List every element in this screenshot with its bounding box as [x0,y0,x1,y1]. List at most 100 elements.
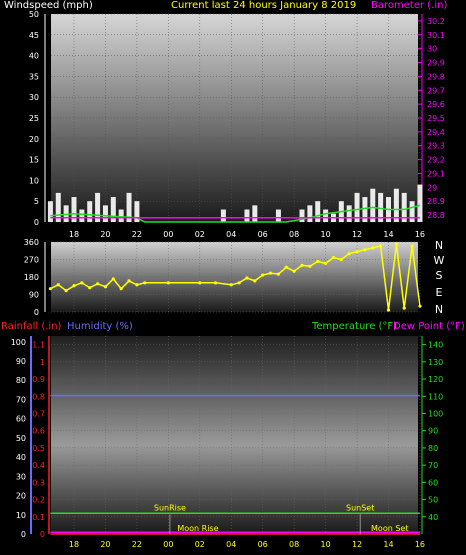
direction-y-tick-label: 180 [24,273,39,282]
wind-y-tick-label: 45 [29,31,39,40]
barometer-y-tick-label: 30 [427,45,437,54]
wind-direction-point [48,287,53,291]
temperature-y-tick-label: 70 [428,461,438,470]
windspeed-bar [393,188,399,222]
wind-direction-point [119,287,123,291]
wind-x-tick-label: 04 [226,230,236,239]
wind-direction-point [339,257,343,262]
wind-direction-point [72,284,76,288]
direction-y-tick-label: 360 [24,238,39,247]
humidity-y-tick-label: 0 [21,530,26,539]
moonset-label: Moon Set [371,524,408,533]
direction-y-tick-label: 270 [24,256,39,265]
wind-direction-point [80,281,84,285]
wind-direction-point [143,281,147,285]
windspeed-bar [118,209,124,222]
barometer-y-tick-label: 29.8 [427,72,445,81]
humidity-y-tick-label: 30 [16,472,26,481]
wind-y-tick-label: 50 [29,10,39,19]
wind-x-tick-label: 08 [289,230,299,239]
climate-x-tick-label: 12 [352,540,362,549]
wind-direction-point [410,244,414,248]
wind-direction-point [276,272,281,276]
humidity-y-tick-label: 70 [16,395,26,404]
wind-y-tick-label: 5 [34,197,39,206]
wind-direction-point [292,269,296,273]
temperature-y-tick-label: 140 [428,341,443,350]
wind-y-tick-label: 30 [29,93,39,102]
wind-x-tick-label: 16 [415,230,425,239]
rainfall-y-tick-label: 0.2 [32,496,45,505]
direction-y-tick-label: 0 [34,308,39,317]
temperature-y-tick-label: 50 [428,496,438,505]
barometer-y-tick-label: 28.9 [427,197,445,206]
humidity-y-tick-label: 50 [16,434,26,443]
wind-x-tick-label: 18 [69,230,79,239]
windspeed-bar [47,201,53,222]
wind-x-tick-label: 10 [321,230,331,239]
windspeed-bar [79,209,85,222]
climate-x-tick-label: 14 [383,540,393,549]
climate-x-tick-label: 22 [132,540,142,549]
windspeed-bar [275,209,281,222]
sunrise-label: SunRise [154,503,186,512]
temperature-y-tick-label: 110 [428,392,443,401]
wind-direction-point [355,250,359,254]
humidity-y-tick-label: 20 [16,492,26,501]
barometer-y-tick-label: 29.2 [427,156,445,165]
chart-canvas: 0510152025303540455028.828.92929.129.229… [11,10,445,549]
wind-direction-point [371,246,375,250]
climate-x-tick-label: 04 [226,540,236,549]
wind-direction-point [253,279,257,283]
windspeed-bar [370,188,376,222]
windspeed-bar [346,205,352,222]
humidity-y-tick-label: 60 [16,415,26,424]
windspeed-bar [102,205,108,222]
wind-y-tick-label: 25 [29,114,39,123]
climate-x-tick-label: 02 [195,540,205,549]
rainfall-y-tick-label: 0.1 [32,513,45,522]
wind-direction-point [363,248,367,252]
wind-direction-point [111,277,115,281]
rainfall-y-tick-label: 0.5 [32,444,45,453]
weather-chart-image: Windspeed (mph) Current last 24 hours Ja… [0,0,466,555]
wind-direction-point [316,259,320,264]
temperature-y-tick-label: 60 [428,478,438,487]
barometer-y-tick-label: 29 [427,183,437,192]
rainfall-y-tick-label: 0.7 [32,409,45,418]
humidity-y-tick-label: 90 [16,357,26,366]
climate-x-tick-label: 18 [69,540,79,549]
wind-direction-point [284,265,288,269]
windspeed-bar [220,209,226,222]
wind-y-tick-label: 10 [29,176,39,185]
wind-direction-point [229,283,233,287]
wind-x-tick-label: 06 [258,230,268,239]
sunset-label: SunSet [346,503,374,512]
wind-direction-point [95,282,100,286]
wind-direction-point [324,261,328,265]
windspeed-bar [87,201,93,222]
wind-direction-point [56,283,60,287]
wind-x-tick-label: 02 [195,230,205,239]
wind-direction-point [402,306,406,310]
climate-x-tick-label: 10 [321,540,331,549]
wind-direction-point [245,276,249,280]
barometer-y-tick-label: 29.4 [427,128,445,137]
wind-direction-point [64,289,68,293]
climate-x-tick-label: 06 [258,540,268,549]
barometer-y-tick-label: 30.2 [427,17,445,26]
windspeed-bar [307,205,313,222]
wind-direction-point [237,281,241,285]
barometer-y-tick-label: 29.7 [427,86,445,95]
wind-x-tick-label: 22 [132,230,142,239]
wind-direction-point [418,304,422,308]
wind-direction-point [166,281,170,285]
temperature-y-tick-label: 40 [428,513,438,522]
windspeed-bar [409,201,415,222]
barometer-y-tick-label: 28.8 [427,211,445,220]
wind-direction-point [394,242,398,246]
barometer-y-tick-label: 30.1 [427,31,445,40]
humidity-y-tick-label: 40 [16,453,26,462]
rainfall-y-tick-label: 1.1 [32,341,45,350]
wind-direction-point [386,308,391,312]
